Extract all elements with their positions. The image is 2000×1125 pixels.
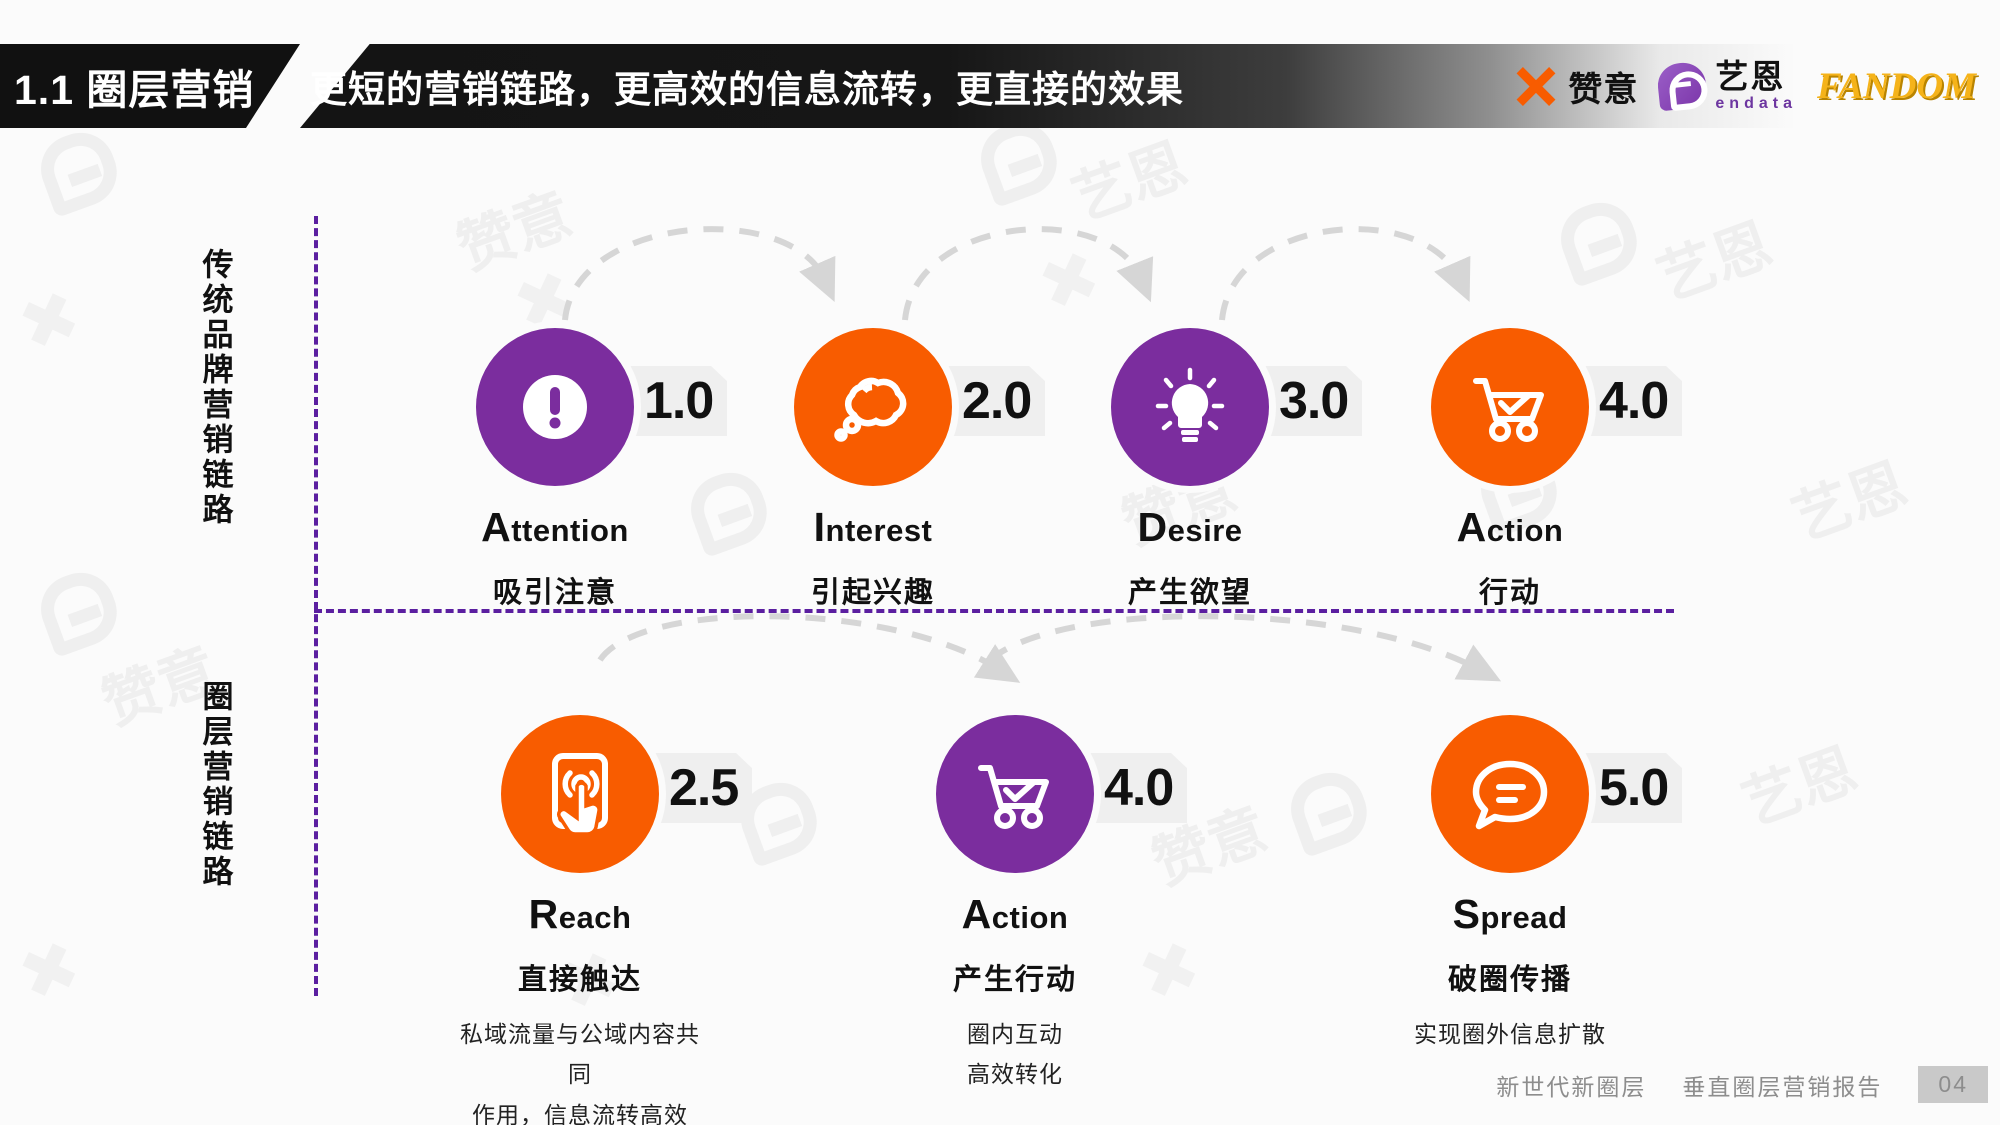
node-desc-line2: 作用，信息流转高效 <box>472 1101 688 1125</box>
watermark-brand: 赞意 <box>449 181 581 283</box>
node-circle <box>936 715 1094 873</box>
shopping-cart-icon <box>1473 378 1544 442</box>
node-desc: 圈内互动 高效转化 <box>905 1014 1125 1095</box>
logo-group: 赞意 艺恩 endata FANDOM <box>1513 44 1976 128</box>
node-en-label: Reach <box>528 891 632 937</box>
node-cn-label: 产生行动 <box>952 964 1077 996</box>
node-en-label: Spread <box>1452 891 1568 937</box>
watermark-endata-logo <box>677 450 778 561</box>
watermark-x-icon: ✖ <box>8 924 91 1018</box>
watermark-mark: 艺恩 <box>1064 131 1196 233</box>
node-circle <box>1431 715 1589 873</box>
arrow-3-4 <box>1219 226 1471 321</box>
node-en-label: Desire <box>1137 504 1243 550</box>
header-subtitle: 更短的营销链路，更高效的信息流转，更直接的效果 <box>310 69 1184 110</box>
section-number: 1.1 圈层营销 <box>0 44 300 128</box>
endata-logo-text-en: endata <box>1715 95 1797 112</box>
node-cn-label: 破圈传播 <box>1447 964 1572 996</box>
node-en-label: Interest <box>813 504 933 550</box>
side-label-circle: 圈层营销链路 <box>197 680 233 890</box>
node-en-label: Action <box>961 891 1069 937</box>
footer-left-text: 新世代新圈层 <box>1496 1073 1647 1100</box>
exclamation-icon <box>523 375 587 439</box>
node-cn-label: 直接触达 <box>517 964 642 996</box>
arrow-action-spread <box>988 613 1502 682</box>
node-circle <box>794 328 952 486</box>
node-en-label: Action <box>1456 504 1564 550</box>
slide-footer: 新世代新圈层 垂直圈层营销报告 04 <box>1496 1066 1988 1103</box>
node-en-label: Attention <box>481 504 629 550</box>
version-label: 2.0 <box>962 372 1032 430</box>
slide: 赞意 艺恩 艺恩 ✖ ✖ ✖ 赞意 艺恩 赞意 赞意 艺恩 ✖ ✖ ✖ 1.1 … <box>0 0 2000 1125</box>
node-circle <box>1111 328 1269 486</box>
version-label: 1.0 <box>644 372 714 430</box>
node-cn-label: 引起兴趣 <box>810 577 935 609</box>
watermark-x-icon: ✖ <box>1128 924 1211 1018</box>
node-desc-line1: 实现圈外信息扩散 <box>1414 1021 1606 1047</box>
thought-bubble-icon <box>834 377 907 442</box>
watermark-endata-logo <box>27 550 128 661</box>
lightbulb-icon <box>1155 367 1225 442</box>
watermark-mark: 艺恩 <box>1784 451 1916 553</box>
node-circle <box>476 328 634 486</box>
zanyi-logo: 赞意 <box>1513 62 1638 111</box>
node-cn-label: 吸引注意 <box>492 577 617 609</box>
chain-node-action-2[interactable]: 4.0 Action 产生行动 圈内互动 高效转化 <box>905 715 1188 1095</box>
vertical-divider <box>314 216 318 996</box>
arrow-reach-action <box>597 613 1021 683</box>
version-label: 4.0 <box>1104 759 1174 817</box>
version-label: 2.5 <box>669 759 739 817</box>
chain-node-reach[interactable]: 2.5 Reach 直接触达 私域流量与公域内容共同 作用，信息流转高效 <box>450 715 753 1125</box>
node-desc: 实现圈外信息扩散 <box>1400 1014 1620 1054</box>
speech-bubble-icon <box>1472 760 1548 830</box>
fandom-logo-text: FANDOM <box>1816 65 1976 107</box>
node-desc-line1: 圈内互动 <box>967 1021 1063 1047</box>
node-circle <box>1431 328 1589 486</box>
watermark-x-icon: ✖ <box>1028 234 1111 328</box>
chain-node-interest[interactable]: 2.0 Interest 引起兴趣 <box>768 328 1046 611</box>
endata-e-icon <box>1656 60 1709 112</box>
endata-logo-text-cn: 艺恩 <box>1715 58 1786 95</box>
chain-node-spread[interactable]: 5.0 Spread 破圈传播 实现圈外信息扩散 <box>1400 715 1683 1054</box>
side-label-traditional: 传统品牌营销链路 <box>197 248 233 528</box>
version-label: 3.0 <box>1279 372 1349 430</box>
node-circle <box>501 715 659 873</box>
footer-right-text: 垂直圈层营销报告 <box>1682 1073 1883 1100</box>
chain-node-action[interactable]: 4.0 Action 行动 <box>1405 328 1683 611</box>
endata-logo: 艺恩 endata <box>1656 58 1797 112</box>
page-number: 04 <box>1918 1066 1988 1103</box>
version-label: 5.0 <box>1599 759 1669 817</box>
arrow-1-2 <box>562 226 836 321</box>
node-cn-label: 产生欲望 <box>1127 577 1252 609</box>
zanyi-logo-text: 赞意 <box>1568 70 1639 109</box>
zanyi-x-icon <box>1513 63 1559 109</box>
watermark-endata-logo <box>1277 750 1378 861</box>
watermark-x-icon: ✖ <box>8 274 91 368</box>
chain-node-attention[interactable]: 1.0 Attention 吸引注意 <box>450 328 728 611</box>
tap-screen-icon <box>552 753 608 836</box>
node-desc: 私域流量与公域内容共同 作用，信息流转高效 <box>450 1014 710 1125</box>
node-cn-label: 行动 <box>1478 577 1541 609</box>
watermark-mark: 艺恩 <box>1649 211 1781 313</box>
watermark-endata-logo <box>1547 180 1648 291</box>
shopping-cart-icon <box>978 765 1049 829</box>
node-desc-line1: 私域流量与公域内容共同 <box>460 1021 700 1088</box>
node-desc-line2: 高效转化 <box>967 1061 1063 1088</box>
chain-node-desire[interactable]: 3.0 Desire 产生欲望 <box>1085 328 1363 611</box>
version-label: 4.0 <box>1599 372 1669 430</box>
arrow-2-3 <box>902 226 1154 321</box>
watermark-mark: 艺恩 <box>1734 736 1866 838</box>
